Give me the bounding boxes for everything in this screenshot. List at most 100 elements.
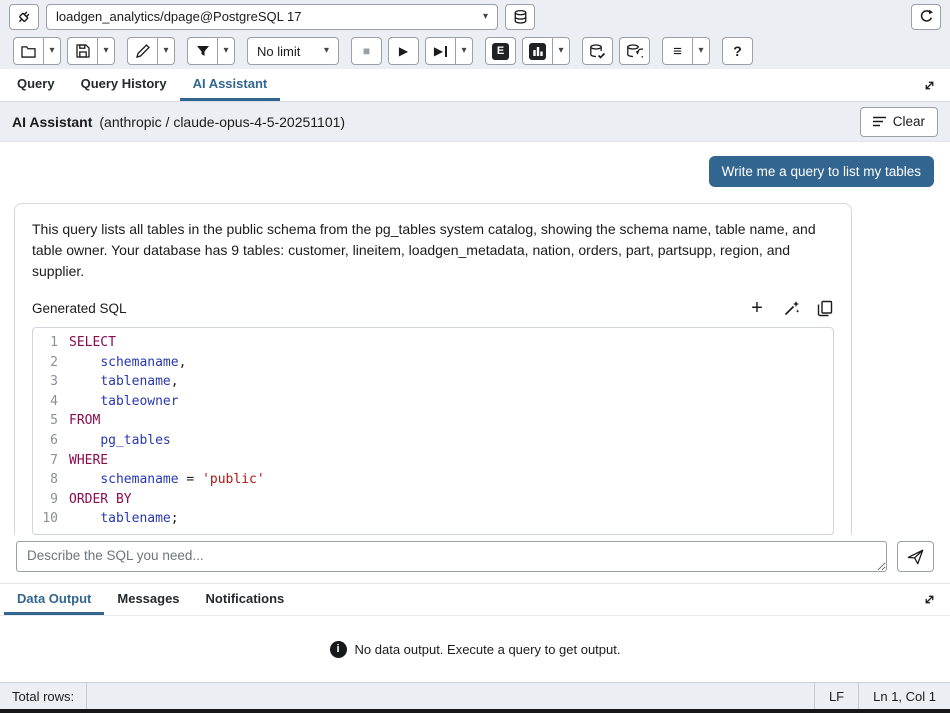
transaction-cluster (582, 37, 650, 65)
database-icon (513, 9, 528, 25)
row-limit-value: No limit (257, 44, 300, 59)
chevron-down-icon: ▾ (49, 46, 54, 56)
tab-messages[interactable]: Messages (104, 584, 192, 615)
connection-status-button[interactable] (9, 4, 39, 30)
chevron-down-icon: ▾ (698, 46, 703, 56)
query-toolbar: ▾ ▾ (0, 33, 950, 69)
send-button[interactable] (897, 541, 934, 572)
execute-options-button[interactable]: ▶ (425, 37, 456, 65)
commit-icon (589, 44, 606, 59)
send-icon (906, 548, 925, 566)
copy-sql-button[interactable] (816, 298, 834, 318)
row-limit-select[interactable]: No limit ▾ (247, 37, 339, 65)
generated-sql-row: Generated SQL + (32, 298, 834, 318)
save-menu-button[interactable]: ▾ (98, 37, 115, 65)
save-button[interactable] (67, 37, 98, 65)
edit-cluster: ▾ (127, 37, 175, 65)
prompt-input[interactable] (16, 541, 887, 572)
editor-tabs: Query Query History AI Assistant (0, 69, 950, 102)
assistant-response-card: This query lists all tables in the publi… (14, 203, 852, 535)
tab-ai-assistant[interactable]: AI Assistant (180, 69, 281, 101)
open-file-menu-button[interactable]: ▾ (44, 37, 61, 65)
total-rows-section: Total rows: (0, 683, 87, 709)
tab-messages-label: Messages (117, 591, 179, 606)
plug-icon (16, 9, 32, 25)
restore-layout-button[interactable] (911, 4, 941, 30)
connection-select-value: loadgen_analytics/dpage@PostgreSQL 17 (56, 9, 301, 24)
explain-analyze-button[interactable] (522, 37, 553, 65)
tab-query-label: Query (17, 76, 55, 91)
eol-label: LF (829, 689, 844, 704)
commit-button[interactable] (582, 37, 613, 65)
execute-options-menu-button[interactable]: ▾ (456, 37, 473, 65)
macros-menu-button[interactable]: ▾ (693, 37, 710, 65)
edit-button[interactable] (127, 37, 158, 65)
query-tool-window: loadgen_analytics/dpage@PostgreSQL 17 ▾ (0, 0, 950, 713)
expand-output-button[interactable] (913, 589, 946, 610)
copy-icon (817, 300, 833, 317)
explain-button[interactable]: E (485, 37, 516, 65)
filter-button[interactable] (187, 37, 218, 65)
total-rows-label: Total rows: (12, 689, 74, 704)
help-button[interactable]: ? (722, 37, 753, 65)
clear-button-label: Clear (893, 114, 925, 129)
plus-icon: + (751, 298, 763, 318)
macro-cluster: ≡ ▾ (662, 37, 710, 65)
tab-query-history-label: Query History (81, 76, 167, 91)
empty-output-message: No data output. Execute a query to get o… (355, 642, 621, 657)
generated-sql-actions: + (748, 298, 834, 318)
new-connection-button[interactable] (505, 4, 535, 30)
insert-sql-button[interactable]: + (748, 298, 766, 318)
empty-output-area: i No data output. Execute a query to get… (0, 616, 950, 682)
play-to-icon: ▶ (434, 45, 447, 57)
play-icon: ▶ (399, 45, 408, 57)
generated-sql-code[interactable]: 1SELECT2 schemaname,3 tablename,4 tableo… (32, 327, 834, 535)
explain-cluster: E ▾ (485, 37, 570, 65)
explain-analyze-icon (529, 43, 546, 60)
help-icon: ? (733, 43, 742, 59)
explain-analyze-menu-button[interactable]: ▾ (553, 37, 570, 65)
chat-area: Write me a query to list my tables This … (0, 142, 950, 535)
stop-icon: ■ (363, 45, 370, 57)
macros-button[interactable]: ≡ (662, 37, 693, 65)
tab-data-output[interactable]: Data Output (4, 584, 104, 615)
connection-select[interactable]: loadgen_analytics/dpage@PostgreSQL 17 ▾ (46, 4, 498, 30)
open-file-button[interactable] (13, 37, 44, 65)
execute-cluster: ■ ▶ ▶ ▾ (351, 37, 473, 65)
clear-chat-button[interactable]: Clear (860, 107, 938, 137)
cancel-query-button[interactable]: ■ (351, 37, 382, 65)
refresh-icon (919, 9, 934, 24)
sql-code-lines: 1SELECT2 schemaname,3 tablename,4 tableo… (33, 333, 833, 529)
tab-notifications-label: Notifications (206, 591, 285, 606)
edit-menu-button[interactable]: ▾ (158, 37, 175, 65)
window-bottom-edge (0, 709, 950, 713)
expand-editor-button[interactable] (913, 75, 946, 96)
tab-data-output-label: Data Output (17, 591, 91, 606)
chevron-down-icon: ▾ (461, 46, 466, 56)
tab-notifications[interactable]: Notifications (193, 584, 298, 615)
tab-query[interactable]: Query (4, 69, 68, 101)
chevron-down-icon: ▾ (103, 46, 108, 56)
info-icon: i (330, 641, 347, 658)
rollback-button[interactable] (619, 37, 650, 65)
magic-wand-button[interactable] (782, 298, 800, 318)
rollback-icon (626, 44, 643, 59)
execute-button[interactable]: ▶ (388, 37, 419, 65)
clear-icon (873, 116, 886, 127)
cursor-position[interactable]: Ln 1, Col 1 (858, 683, 950, 709)
filter-menu-button[interactable]: ▾ (218, 37, 235, 65)
output-tabs: Data Output Messages Notifications (0, 583, 950, 616)
list-icon: ≡ (673, 44, 682, 59)
filter-cluster: ▾ (187, 37, 235, 65)
ai-assistant-header: AI Assistant (anthropic / claude-opus-4-… (0, 102, 950, 142)
generated-sql-label: Generated SQL (32, 301, 127, 316)
chevron-down-icon: ▾ (483, 12, 488, 22)
expand-icon (923, 593, 936, 606)
chevron-down-icon: ▾ (558, 46, 563, 56)
connection-bar: loadgen_analytics/dpage@PostgreSQL 17 ▾ (0, 0, 950, 33)
pencil-icon (136, 44, 150, 58)
tab-query-history[interactable]: Query History (68, 69, 180, 101)
expand-icon (923, 79, 936, 92)
eol-indicator[interactable]: LF (814, 683, 858, 709)
chevron-down-icon: ▾ (324, 46, 329, 56)
